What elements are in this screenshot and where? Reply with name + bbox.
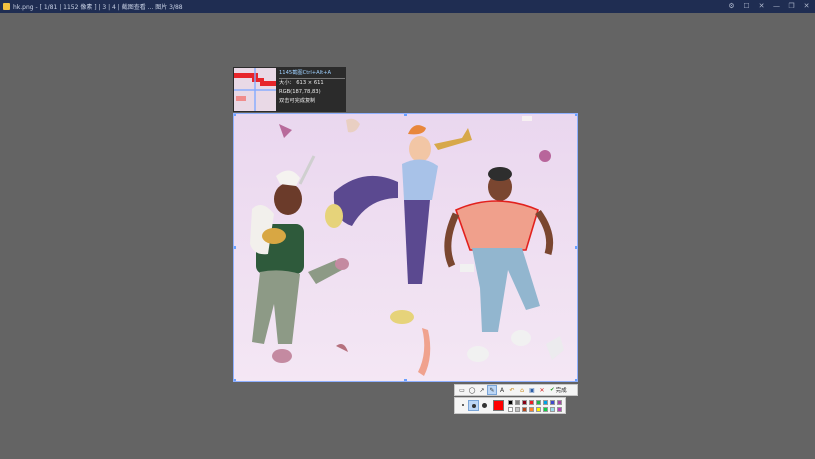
annotation-toolbar: ▭ ◯ ↗ ✎ A ↶ ⌂ ▣ ✕ ✔ 完成 bbox=[454, 384, 578, 396]
captured-image bbox=[234, 114, 577, 381]
copy-hint: 双击可完成复制 bbox=[279, 98, 316, 104]
done-label: 完成 bbox=[555, 388, 567, 394]
text-tool[interactable]: A bbox=[498, 386, 506, 394]
zoom-preview bbox=[234, 68, 276, 111]
color-swatch[interactable] bbox=[536, 400, 541, 405]
restore-icon[interactable]: ☐ bbox=[742, 2, 751, 11]
color-swatch[interactable] bbox=[508, 407, 513, 412]
save-tool[interactable]: ▣ bbox=[528, 386, 536, 394]
magnifier-panel: 1145截图Ctrl+Alt+A 大小： 613 × 611 RGB(187,7… bbox=[233, 67, 346, 112]
color-swatch[interactable] bbox=[522, 407, 527, 412]
color-swatch[interactable] bbox=[543, 400, 548, 405]
shortcut-hint: 1145截图Ctrl+Alt+A bbox=[279, 69, 345, 79]
color-swatch[interactable] bbox=[515, 400, 520, 405]
brush-tool[interactable]: ✎ bbox=[487, 385, 497, 395]
color-swatch[interactable] bbox=[550, 400, 555, 405]
window-title: hk.png - [ 1/81 | 1152 像素 ] | 3 | 4 | 截图… bbox=[13, 4, 183, 11]
brush-size-medium[interactable] bbox=[468, 400, 479, 411]
color-swatch[interactable] bbox=[529, 400, 534, 405]
settings-icon[interactable]: ⚙ bbox=[727, 2, 736, 11]
rectangle-tool[interactable]: ▭ bbox=[458, 386, 466, 394]
color-swatch[interactable] bbox=[529, 407, 534, 412]
title-bar: hk.png - [ 1/81 | 1152 像素 ] | 3 | 4 | 截图… bbox=[0, 0, 815, 13]
cancel-tool[interactable]: ✕ bbox=[538, 386, 546, 394]
minimize-icon[interactable]: — bbox=[772, 2, 781, 11]
window-controls: ⚙ ☐ ✕ — ❐ ✕ bbox=[727, 2, 811, 11]
color-palette bbox=[454, 397, 566, 414]
maximize-icon[interactable]: ❐ bbox=[787, 2, 796, 11]
app-icon bbox=[3, 3, 10, 10]
resize-handle-left[interactable] bbox=[234, 246, 236, 249]
arrow-tool[interactable]: ↗ bbox=[478, 386, 486, 394]
close-icon[interactable]: ✕ bbox=[802, 2, 811, 11]
magnifier-info: 1145截图Ctrl+Alt+A 大小： 613 × 611 RGB(187,7… bbox=[279, 69, 345, 106]
selection-size: 大小： 613 × 611 bbox=[279, 80, 324, 86]
resize-handle-top[interactable] bbox=[404, 114, 407, 116]
color-swatch[interactable] bbox=[536, 407, 541, 412]
color-swatch[interactable] bbox=[557, 407, 562, 412]
color-swatch[interactable] bbox=[550, 407, 555, 412]
color-swatch[interactable] bbox=[515, 407, 520, 412]
color-swatch[interactable] bbox=[557, 400, 562, 405]
current-color-swatch[interactable] bbox=[493, 400, 504, 411]
done-button[interactable]: ✔ 完成 bbox=[548, 386, 569, 394]
ellipse-tool[interactable]: ◯ bbox=[468, 386, 476, 394]
resize-handle-top-left[interactable] bbox=[234, 114, 236, 116]
pin-tool[interactable]: ⌂ bbox=[518, 386, 526, 394]
color-swatch[interactable] bbox=[522, 400, 527, 405]
undo-tool[interactable]: ↶ bbox=[508, 386, 516, 394]
check-icon: ✔ bbox=[550, 387, 555, 393]
brush-size-small[interactable] bbox=[459, 401, 467, 409]
color-swatch[interactable] bbox=[508, 400, 513, 405]
selection-region[interactable] bbox=[233, 113, 578, 382]
brush-size-large[interactable] bbox=[480, 401, 489, 410]
color-swatch[interactable] bbox=[543, 407, 548, 412]
rgb-value: RGB(187,78,83) bbox=[279, 89, 321, 95]
pin-icon[interactable]: ✕ bbox=[757, 2, 766, 11]
